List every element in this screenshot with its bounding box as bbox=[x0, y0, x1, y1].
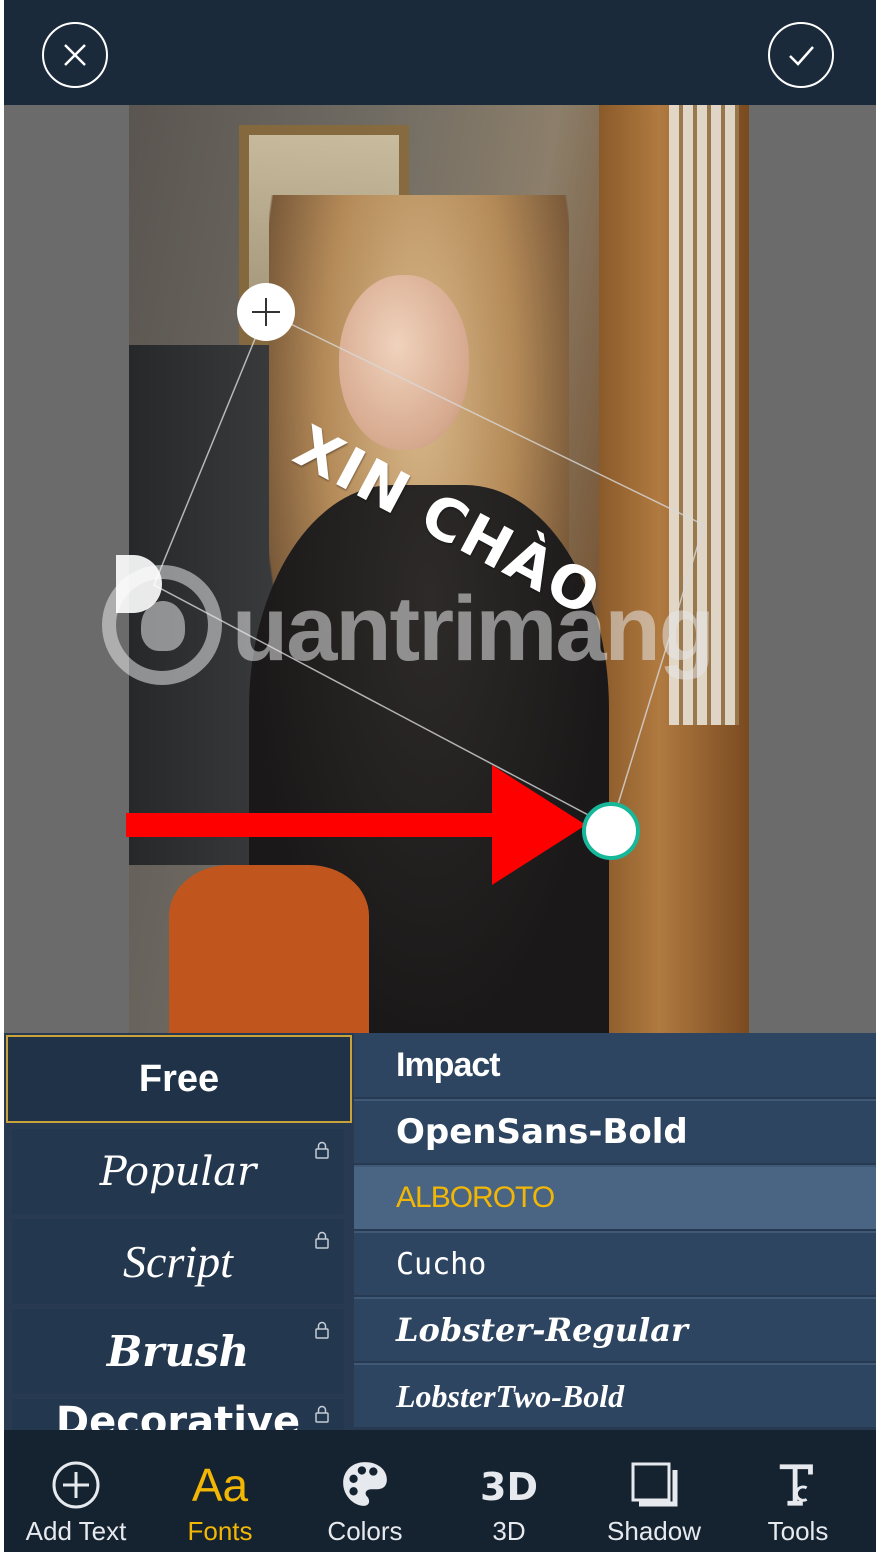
category-label: Free bbox=[138, 1057, 220, 1100]
colors-button[interactable]: Colors bbox=[295, 1430, 435, 1552]
top-bar bbox=[4, 0, 876, 105]
palette-icon bbox=[339, 1444, 391, 1510]
category-brush[interactable]: Brush bbox=[12, 1309, 344, 1394]
category-label: Popular bbox=[99, 1148, 257, 1195]
tools-button[interactable]: Tools bbox=[728, 1430, 868, 1552]
resize-handle[interactable] bbox=[582, 802, 640, 860]
lock-icon bbox=[315, 1405, 329, 1423]
text-tools-icon bbox=[774, 1444, 822, 1510]
3d-icon-glyph: 3D bbox=[480, 1465, 538, 1509]
category-label: Script bbox=[123, 1236, 233, 1287]
category-label: Decorative bbox=[55, 1399, 301, 1430]
confirm-button[interactable] bbox=[768, 22, 834, 88]
add-text-button[interactable]: Add Text bbox=[6, 1430, 146, 1552]
font-item-opensans-bold[interactable]: OpenSans-Bold bbox=[354, 1099, 876, 1163]
font-item-lobster-regular[interactable]: Lobster-Regular bbox=[354, 1297, 876, 1361]
cancel-button[interactable] bbox=[42, 22, 108, 88]
check-icon bbox=[789, 46, 814, 66]
tool-label: 3D bbox=[492, 1516, 526, 1546]
font-item-cucho[interactable]: Cucho bbox=[354, 1231, 876, 1295]
editor-canvas[interactable]: uantrimang XIN CHÀO bbox=[4, 105, 876, 1033]
category-popular[interactable]: Popular bbox=[12, 1129, 344, 1214]
font-item-lobstertwo-bold[interactable]: LobsterTwo-Bold bbox=[354, 1363, 876, 1427]
category-script[interactable]: Script bbox=[12, 1219, 344, 1304]
font-item-impact[interactable]: Impact bbox=[354, 1033, 876, 1097]
shadow-square-icon bbox=[629, 1444, 679, 1510]
app-window: uantrimang XIN CHÀO Free Popular Script … bbox=[4, 0, 876, 1552]
font-list: Impact OpenSans-Bold ALBOROTO Cucho Lobs… bbox=[354, 1033, 876, 1430]
category-label: Brush bbox=[106, 1327, 250, 1376]
lock-icon bbox=[315, 1321, 329, 1339]
tool-label: Shadow bbox=[607, 1516, 701, 1546]
fonts-icon-glyph: Aa bbox=[191, 1459, 249, 1511]
tool-label: Add Text bbox=[25, 1516, 127, 1546]
fonts-button[interactable]: Aa Fonts bbox=[150, 1430, 290, 1552]
font-item-label: ALBOROTO bbox=[396, 1181, 555, 1214]
add-icon bbox=[252, 298, 280, 326]
close-icon bbox=[64, 44, 86, 66]
add-handle[interactable] bbox=[237, 283, 295, 341]
lock-icon bbox=[315, 1141, 329, 1159]
fonts-icon: Aa bbox=[192, 1444, 248, 1510]
red-arrow-annotation bbox=[126, 765, 586, 885]
lock-icon bbox=[315, 1231, 329, 1249]
tool-label: Tools bbox=[767, 1516, 829, 1546]
shadow-button[interactable]: Shadow bbox=[584, 1430, 724, 1552]
3d-button[interactable]: 3D 3D bbox=[439, 1430, 579, 1552]
3d-icon: 3D bbox=[480, 1444, 538, 1510]
font-category-list: Free Popular Script Brush Decorative bbox=[4, 1033, 354, 1430]
photo-face bbox=[339, 275, 469, 450]
tool-label: Colors bbox=[327, 1516, 403, 1546]
bottom-toolbar: Add Text Aa Fonts Colors 3D 3D Shadow To… bbox=[4, 1430, 876, 1552]
font-item-alboroto[interactable]: ALBOROTO bbox=[354, 1165, 876, 1229]
tool-label: Fonts bbox=[187, 1516, 253, 1546]
category-free[interactable]: Free bbox=[6, 1035, 352, 1123]
photo-skirt bbox=[169, 865, 369, 1033]
photo-door-glass bbox=[669, 105, 739, 725]
font-picker: Free Popular Script Brush Decorative Imp… bbox=[4, 1033, 876, 1430]
plus-circle-icon bbox=[51, 1444, 101, 1510]
category-decorative[interactable]: Decorative bbox=[12, 1399, 344, 1430]
